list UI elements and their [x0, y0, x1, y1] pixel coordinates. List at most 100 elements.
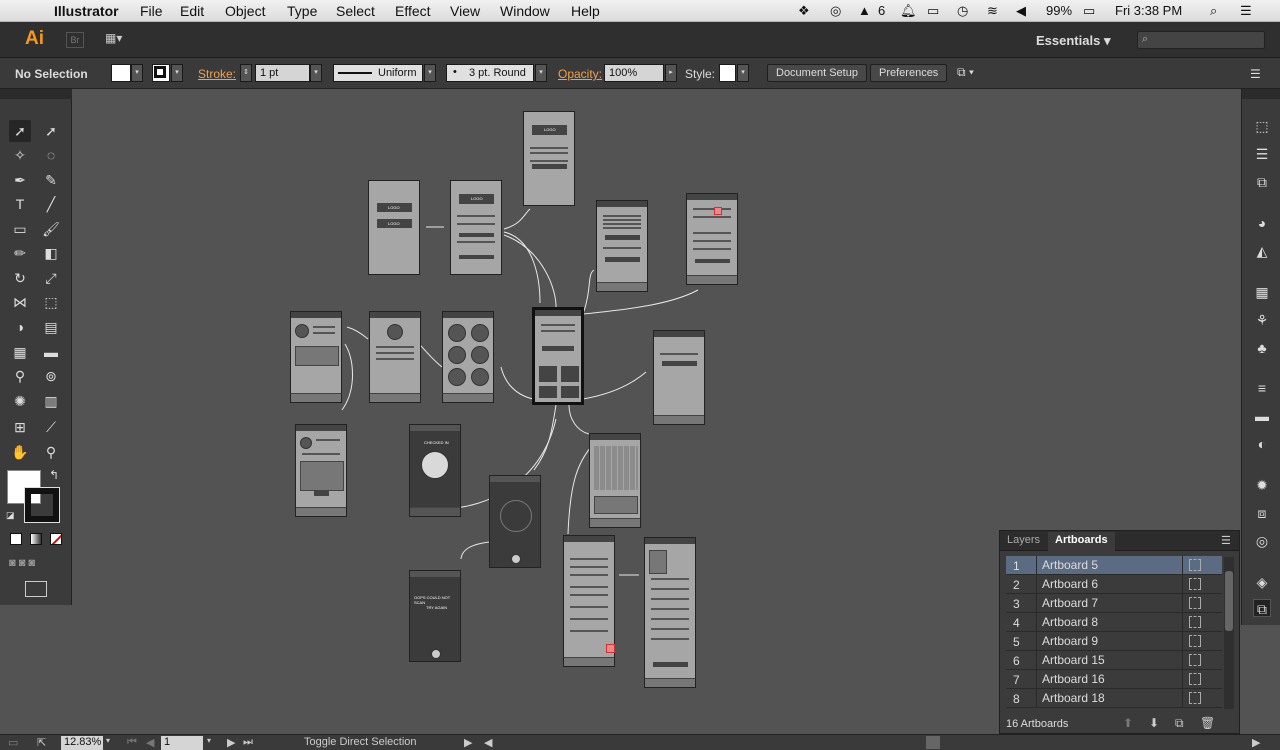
zoom-tool-icon[interactable]: ⚲	[40, 441, 62, 463]
artboard-settings[interactable]	[686, 193, 738, 285]
menu-type[interactable]: Type	[287, 3, 317, 19]
menu-help[interactable]: Help	[571, 3, 600, 19]
free-transform-icon[interactable]: ⬚	[40, 291, 62, 313]
artboards-panel-icon[interactable]: ⧉	[1253, 599, 1271, 617]
artboard-calendar[interactable]	[589, 433, 641, 528]
pathfinder-panel-icon[interactable]: ⧉	[1253, 173, 1271, 191]
gradient-panel-icon[interactable]: ▬	[1253, 407, 1271, 425]
artboard-options-icon[interactable]	[1189, 635, 1201, 647]
artboard-row[interactable]: 2 Artboard 6	[1006, 575, 1222, 594]
cc-libraries-icon[interactable]: ◎	[1253, 532, 1271, 550]
panel-menu-icon[interactable]: ☰	[1221, 534, 1231, 547]
tab-artboards[interactable]: Artboards	[1048, 532, 1115, 551]
dropbox-icon[interactable]: ❖	[798, 3, 810, 19]
shape-builder-icon[interactable]: ◑	[9, 316, 31, 338]
dock-header[interactable]	[1242, 89, 1280, 99]
stroke-swatch[interactable]	[152, 64, 170, 82]
stroke-weight-dropdown[interactable]: ▾	[310, 64, 322, 82]
brushes-panel-icon[interactable]: ⚘	[1253, 311, 1271, 329]
stroke-panel-icon[interactable]: ≡	[1253, 379, 1271, 397]
opacity-label[interactable]: Opacity:	[558, 67, 602, 81]
clock[interactable]: Fri 3:38 PM	[1115, 3, 1182, 18]
zoom-dropdown[interactable]: ▾	[106, 736, 110, 745]
swatches-panel-icon[interactable]: ▦	[1253, 283, 1271, 301]
menu-file[interactable]: File	[140, 3, 163, 19]
type-tool-icon[interactable]: T	[9, 193, 31, 215]
artboard-splash[interactable]: LOGO LOGO	[368, 180, 420, 275]
appearance-panel-icon[interactable]: ✹	[1253, 476, 1271, 494]
fill-swatch[interactable]	[111, 64, 131, 82]
stroke-weight-input[interactable]: 1 pt	[255, 64, 310, 82]
artboard-options-icon[interactable]	[1189, 692, 1201, 704]
swap-colors-icon[interactable]: ↰	[49, 468, 59, 482]
artboard-checked-in[interactable]: CHECKED IN	[409, 424, 461, 517]
pencil-icon[interactable]: ✏	[9, 242, 31, 264]
workspace-switcher[interactable]: Essentials ▾	[1036, 33, 1110, 49]
symbol-sprayer-icon[interactable]: ✺	[9, 390, 31, 412]
artboard-options-icon[interactable]	[1189, 559, 1201, 571]
artboard-categories[interactable]	[442, 311, 494, 403]
eyedropper-icon[interactable]: ⚲	[9, 365, 31, 387]
pen-tool-icon[interactable]: ✒	[9, 169, 31, 191]
menu-object[interactable]: Object	[225, 3, 265, 19]
slice-tool-icon[interactable]: ⟋	[40, 416, 62, 438]
opacity-input[interactable]: 100%	[604, 64, 664, 82]
move-down-icon[interactable]: ⬇	[1149, 716, 1159, 730]
gpu-icon[interactable]: ▭	[8, 736, 18, 749]
first-artboard-icon[interactable]: ⏮	[127, 736, 137, 749]
magic-wand-icon[interactable]: ✧	[9, 144, 31, 166]
last-artboard-icon[interactable]: ⏭	[243, 736, 253, 749]
app-menu[interactable]: Illustrator	[54, 3, 119, 19]
graphic-style-dropdown[interactable]: ▾	[737, 64, 749, 82]
blend-tool-icon[interactable]: ⊚	[40, 365, 62, 387]
transform-icon[interactable]: ⧉ ▾	[957, 65, 974, 80]
menu-view[interactable]: View	[450, 3, 480, 19]
artboard-article[interactable]	[644, 537, 696, 688]
fill-dropdown[interactable]: ▾	[131, 64, 143, 82]
artboard-activity-list[interactable]	[563, 535, 615, 667]
artboard-number-input[interactable]: 1	[161, 736, 203, 750]
gradient-mode-icon[interactable]	[30, 533, 42, 545]
airplay-icon[interactable]: ▭	[927, 3, 939, 19]
move-up-icon[interactable]: ⬆	[1123, 716, 1133, 730]
stroke-dropdown[interactable]: ▾	[171, 64, 183, 82]
align-panel-icon[interactable]: ☰	[1253, 145, 1271, 163]
drawing-modes-icon[interactable]: ◙ ◙ ◙	[9, 557, 63, 571]
artboard-options-icon[interactable]	[1189, 578, 1201, 590]
hand-tool-icon[interactable]: ✋	[9, 441, 31, 463]
artboard-row[interactable]: 8 Artboard 18	[1006, 689, 1222, 708]
eraser-icon[interactable]: ◧	[40, 242, 62, 264]
scroll-left-icon[interactable]: ◀	[484, 736, 492, 749]
artboard-search[interactable]	[653, 330, 705, 425]
status-menu-icon[interactable]: ▶	[464, 736, 472, 749]
tab-layers[interactable]: Layers	[1007, 534, 1040, 546]
battery-icon[interactable]: ▭	[1083, 3, 1095, 19]
time-machine-icon[interactable]: ◷	[957, 3, 968, 19]
paintbrush-icon[interactable]: 🖌︎	[40, 218, 62, 240]
help-search-input[interactable]: ⌕	[1137, 31, 1265, 49]
lasso-icon[interactable]: ◌	[40, 144, 62, 166]
curvature-icon[interactable]: ✎	[40, 169, 62, 191]
brush-definition[interactable]: • 3 pt. Round	[446, 64, 534, 82]
menu-effect[interactable]: Effect	[395, 3, 431, 19]
stroke-label[interactable]: Stroke:	[198, 67, 236, 81]
volume-icon[interactable]: ◀	[1016, 3, 1026, 19]
artboard-scanner[interactable]	[489, 475, 541, 568]
symbols-panel-icon[interactable]: ♣	[1253, 339, 1271, 357]
selection-tool-icon[interactable]: ➚	[9, 120, 31, 142]
artboard-dropdown[interactable]: ▾	[207, 736, 211, 745]
tools-panel-header[interactable]	[0, 89, 72, 99]
variable-width-profile[interactable]: Uniform	[333, 64, 423, 82]
graphic-styles-icon[interactable]: ⧈	[1253, 504, 1271, 522]
mesh-tool-icon[interactable]: ▦	[9, 341, 31, 363]
zoom-input[interactable]: 12.83%	[61, 736, 103, 750]
adobe-icon[interactable]: ▲	[858, 3, 871, 18]
direct-selection-icon[interactable]: ➚	[40, 120, 62, 142]
artboard-row[interactable]: 3 Artboard 7	[1006, 594, 1222, 613]
menu-window[interactable]: Window	[500, 3, 550, 19]
document-setup-button[interactable]: Document Setup	[767, 64, 867, 82]
artboard-row[interactable]: 1 Artboard 5	[1006, 556, 1222, 575]
artboard-options-icon[interactable]	[1189, 654, 1201, 666]
wifi-icon[interactable]: ≋	[987, 3, 998, 19]
profile-dropdown[interactable]: ▾	[424, 64, 436, 82]
